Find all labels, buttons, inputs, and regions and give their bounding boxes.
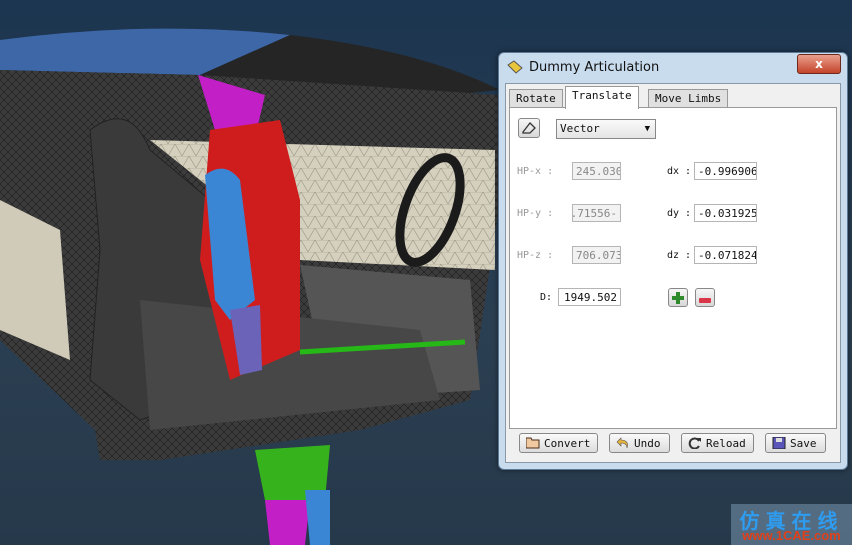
increase-button[interactable] xyxy=(668,288,688,307)
dz-field[interactable]: -0.071824 xyxy=(694,246,757,264)
convert-label: Convert xyxy=(544,437,591,450)
save-label: Save xyxy=(790,437,817,450)
tab-translate[interactable]: Translate xyxy=(565,86,639,109)
dx-field[interactable]: -0.996906 xyxy=(694,162,757,180)
dummy-leg xyxy=(305,490,330,545)
hp-z-field[interactable]: 706.073352 xyxy=(572,246,621,264)
dialog-body: Rotate Translate Move Limbs Vector ▼ HP-… xyxy=(505,83,841,463)
hp-y-field[interactable]: -416.71556 xyxy=(572,204,621,222)
dy-field[interactable]: -0.031925 xyxy=(694,204,757,222)
watermark-line2: www.1CAE.com xyxy=(742,528,841,543)
hp-x-field[interactable]: 245.030216 xyxy=(572,162,621,180)
eraser-icon xyxy=(522,122,536,134)
hp-x-label: HP-x : xyxy=(517,166,554,177)
chevron-down-icon: ▼ xyxy=(644,124,650,134)
title-bar[interactable]: Dummy Articulation x xyxy=(499,53,847,83)
dz-label: dz : xyxy=(667,250,692,261)
reload-icon xyxy=(688,437,701,449)
dummy-leg xyxy=(265,500,310,545)
dx-label: dx : xyxy=(667,166,692,177)
reload-button[interactable]: Reload xyxy=(681,433,754,453)
tab-move-limbs[interactable]: Move Limbs xyxy=(648,89,729,108)
plus-icon xyxy=(672,292,684,304)
dummy-app-icon xyxy=(507,60,523,74)
mode-select-value: Vector xyxy=(560,122,600,135)
translate-panel: Vector ▼ HP-x : 245.030216 dx : -0.99690… xyxy=(509,107,837,429)
eraser-button[interactable] xyxy=(518,118,540,138)
hp-y-label: HP-y : xyxy=(517,208,554,219)
d-label: D: xyxy=(540,292,553,303)
dummy-articulation-dialog: Dummy Articulation x Rotate Translate Mo… xyxy=(498,52,848,470)
dialog-title: Dummy Articulation xyxy=(529,60,660,75)
save-button[interactable]: Save xyxy=(765,433,826,453)
tab-rotate[interactable]: Rotate xyxy=(509,89,563,108)
folder-icon xyxy=(526,437,540,449)
convert-button[interactable]: Convert xyxy=(519,433,598,453)
minus-icon xyxy=(699,298,711,303)
close-button[interactable]: x xyxy=(797,54,841,74)
undo-label: Undo xyxy=(634,437,661,450)
undo-icon xyxy=(616,437,628,449)
mode-select[interactable]: Vector ▼ xyxy=(556,119,656,139)
undo-button[interactable]: Undo xyxy=(609,433,670,453)
decrease-button[interactable] xyxy=(695,288,715,307)
hp-z-label: HP-z : xyxy=(517,250,554,261)
d-field[interactable]: 1949.502 xyxy=(558,288,621,306)
dy-label: dy : xyxy=(667,208,692,219)
reload-label: Reload xyxy=(706,437,746,450)
floppy-disk-icon xyxy=(772,437,786,449)
watermark: 仿真在线 www.1CAE.com xyxy=(731,504,852,545)
